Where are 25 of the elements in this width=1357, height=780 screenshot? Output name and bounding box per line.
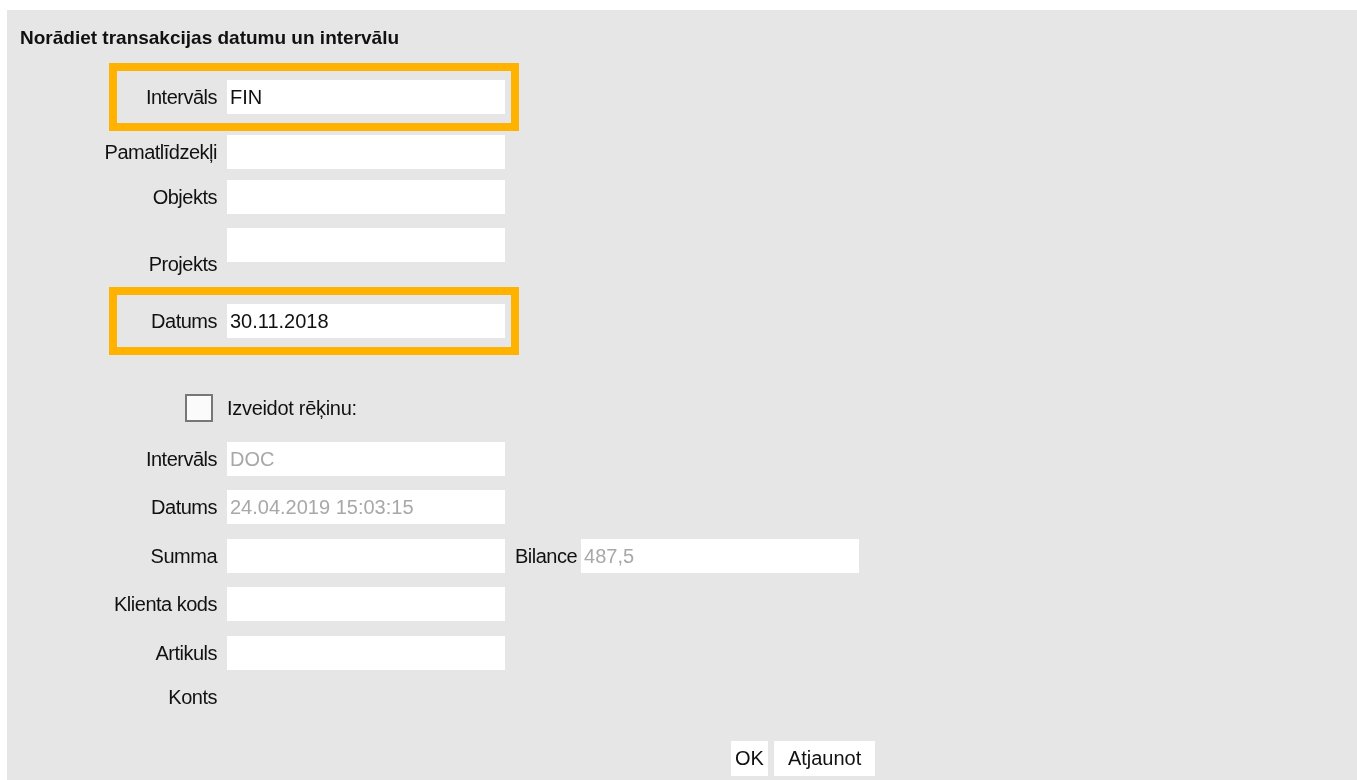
field-label: Konts xyxy=(168,685,217,709)
field-label: Klienta kods xyxy=(114,592,217,616)
field-label: Projekts xyxy=(148,253,217,276)
field-label: Bilance xyxy=(515,544,578,568)
field-label: Artikuls xyxy=(155,641,217,665)
input-field[interactable]: FIN xyxy=(227,80,505,114)
input-field[interactable] xyxy=(227,135,505,169)
input-field[interactable] xyxy=(227,180,505,214)
field-label: Datums xyxy=(151,495,217,519)
input-field[interactable] xyxy=(227,228,505,262)
input-field[interactable] xyxy=(227,587,505,621)
form-title: Norādiet transakcijas datumu un intervālu xyxy=(20,27,400,49)
input-field[interactable] xyxy=(227,636,505,670)
field-label: Objekts xyxy=(152,185,217,209)
checkbox-label: Izveidot rēķinu: xyxy=(227,396,357,420)
input-field[interactable]: 30.11.2018 xyxy=(227,304,505,338)
checkbox[interactable] xyxy=(185,394,213,422)
field-label: Intervāls xyxy=(145,85,217,109)
field-label: Pamatlīdzekļi xyxy=(104,140,217,164)
action-button[interactable]: OK xyxy=(731,741,768,776)
input-field[interactable] xyxy=(227,539,505,573)
field-label: Intervāls xyxy=(145,447,217,471)
field-label: Datums xyxy=(151,309,217,333)
field-label: Summa xyxy=(150,544,217,568)
action-button[interactable]: Atjaunot xyxy=(773,741,876,776)
